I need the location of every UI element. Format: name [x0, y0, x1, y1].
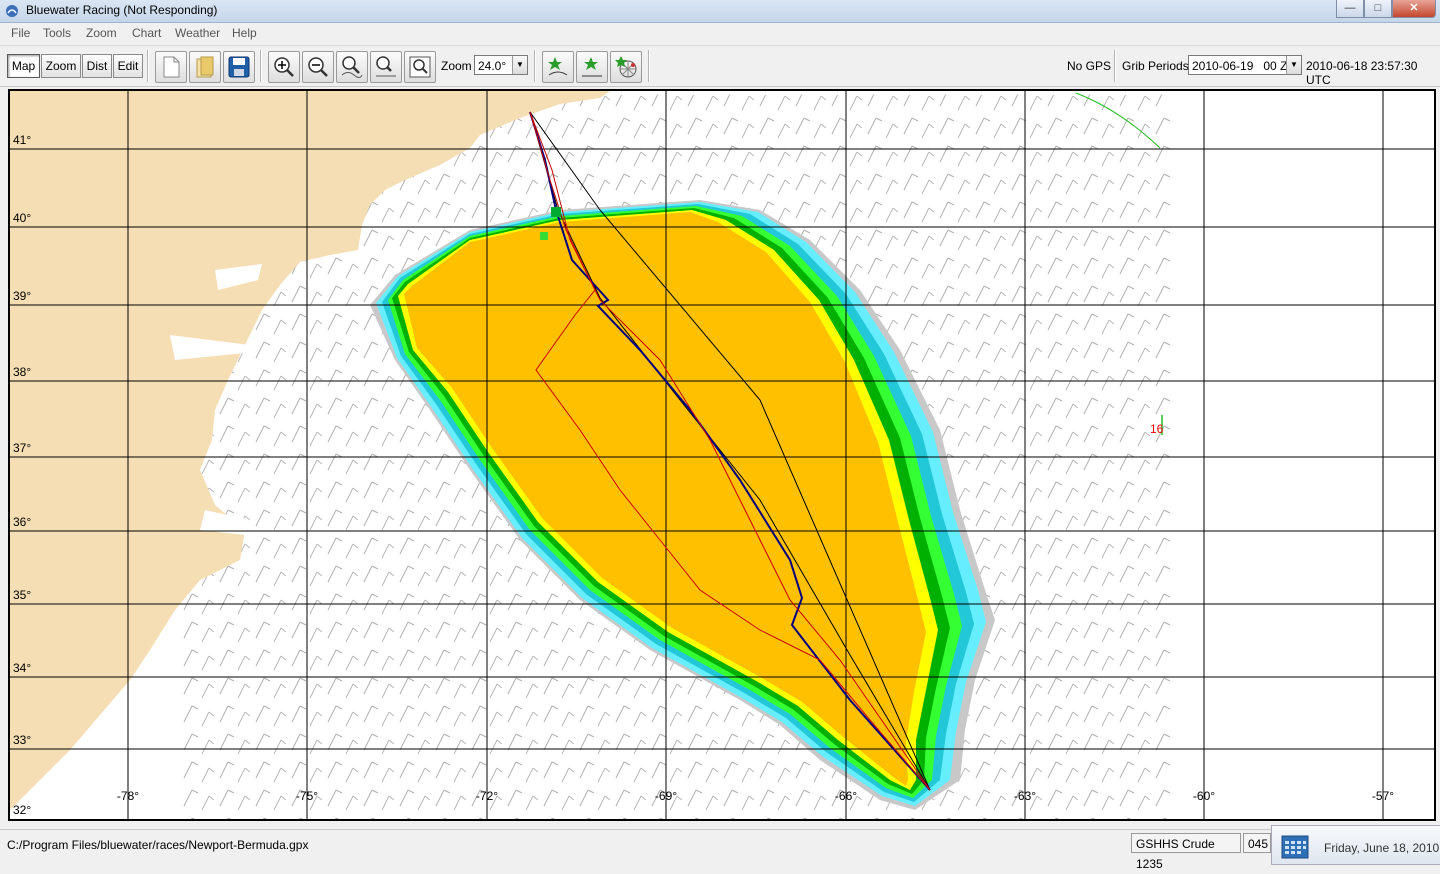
zoom-fit-button[interactable]	[404, 51, 436, 83]
lat-label: 32°	[13, 803, 31, 817]
lon-label: -66°	[835, 789, 857, 803]
zoom-select[interactable]: 24.0° ▼	[474, 55, 528, 75]
heading-value: 045	[1243, 833, 1271, 853]
open-folder-icon	[196, 56, 214, 78]
title-bar: Bluewater Racing (Not Responding) — □ ✕	[0, 0, 1440, 23]
maximize-button[interactable]: □	[1364, 0, 1392, 18]
menu-file[interactable]: File	[11, 26, 30, 40]
window-controls: — □ ✕	[1336, 0, 1436, 18]
mode-edit-button[interactable]: Edit	[113, 54, 143, 78]
zoom-track-button[interactable]	[370, 51, 402, 83]
gps-status: No GPS	[1067, 59, 1112, 73]
zoom-in-button[interactable]	[268, 51, 300, 83]
waypoint-marker[interactable]	[540, 232, 548, 240]
utc-time: 2010-06-18 23:57:30 UTC	[1306, 59, 1418, 87]
mode-zoom-button[interactable]: Zoom	[41, 54, 81, 78]
lon-label: -78°	[117, 789, 139, 803]
menu-bar: File Tools Zoom Chart Weather Help	[0, 23, 1440, 43]
taskbar-clock[interactable]: Friday, June 18, 2010	[1271, 825, 1440, 865]
lon-label: -63°	[1014, 789, 1036, 803]
grib-period-value: 2010-06-19 00 Z	[1192, 59, 1288, 73]
lat-label: 33°	[13, 733, 31, 747]
lon-label: -69°	[655, 789, 677, 803]
lat-label: 39°	[13, 289, 31, 303]
lon-label: -57°	[1372, 789, 1394, 803]
lon-label: -60°	[1193, 789, 1215, 803]
menu-tools[interactable]: Tools	[43, 26, 71, 40]
save-button[interactable]	[223, 51, 255, 83]
current-date: Friday, June 18, 2010	[1324, 841, 1440, 855]
start-marker[interactable]	[551, 207, 561, 217]
close-button[interactable]: ✕	[1392, 0, 1436, 18]
zoom-out-button[interactable]	[302, 51, 334, 83]
lat-label: 41°	[13, 133, 31, 147]
polar-wheel-icon	[615, 56, 637, 78]
chevron-down-icon: ▼	[512, 56, 527, 74]
menu-zoom[interactable]: Zoom	[86, 26, 117, 40]
toolbar-separator	[147, 50, 149, 82]
toolbar: Map Zoom Dist Edit Zoom 24.0° ▼ No GPS G…	[0, 45, 1440, 87]
lat-label: 36°	[13, 515, 31, 529]
polar-wheel-button[interactable]	[610, 51, 642, 83]
open-file-button[interactable]	[189, 51, 221, 83]
toolbar-separator	[534, 50, 536, 82]
zoom-area-icon	[341, 56, 363, 78]
route-start-button[interactable]	[542, 51, 574, 83]
window-title: Bluewater Racing (Not Responding)	[26, 3, 218, 17]
new-file-icon	[163, 56, 180, 78]
lat-label: 38°	[13, 365, 31, 379]
zoom-in-icon	[274, 57, 294, 77]
grib-period-select[interactable]: 2010-06-19 00 Z ▼	[1188, 55, 1302, 75]
lat-label: 35°	[13, 588, 31, 602]
lat-label: 40°	[13, 211, 31, 225]
zoom-label: Zoom	[441, 59, 472, 73]
mode-map-button[interactable]: Map	[7, 54, 40, 78]
zoom-track-icon	[376, 56, 396, 77]
lon-label: -75°	[296, 789, 318, 803]
map-canvas[interactable]: 16 41° 40° 39° 38° 37° 36° 35° 34° 33° 3…	[10, 91, 1434, 819]
status-bar: C:/Program Files/bluewater/races/Newport…	[0, 829, 1440, 871]
lat-label: 37°	[13, 441, 31, 455]
route-mark-button[interactable]	[576, 51, 608, 83]
mode-dist-button[interactable]: Dist	[82, 54, 112, 78]
menu-help[interactable]: Help	[232, 26, 257, 40]
save-disk-icon	[228, 56, 250, 78]
chevron-down-icon: ▼	[1286, 56, 1301, 74]
new-file-button[interactable]	[155, 51, 187, 83]
grib-periods-label: Grib Periods	[1122, 59, 1189, 73]
chart-map[interactable]: 16 41° 40° 39° 38° 37° 36° 35° 34° 33° 3…	[8, 89, 1436, 821]
calendar-icon	[1281, 835, 1309, 859]
toolbar-separator	[1114, 50, 1116, 82]
app-icon	[6, 5, 18, 17]
zoom-value: 24.0°	[478, 59, 507, 73]
toolbar-separator	[648, 50, 650, 82]
zoom-area-button[interactable]	[336, 51, 368, 83]
minimize-button[interactable]: —	[1336, 0, 1364, 18]
lon-label: -72°	[476, 789, 498, 803]
route-mark-icon	[582, 57, 602, 77]
lat-label: 34°	[13, 661, 31, 675]
menu-weather[interactable]: Weather	[175, 26, 220, 40]
chart-database: GSHHS Crude 1235	[1131, 833, 1241, 871]
marker-label: 16	[1150, 422, 1164, 436]
zoom-fit-icon	[409, 56, 431, 78]
route-start-icon	[548, 57, 568, 76]
zoom-out-icon	[308, 57, 328, 77]
file-path: C:/Program Files/bluewater/races/Newport…	[7, 838, 309, 852]
menu-chart[interactable]: Chart	[132, 26, 161, 40]
toolbar-separator	[260, 50, 262, 82]
